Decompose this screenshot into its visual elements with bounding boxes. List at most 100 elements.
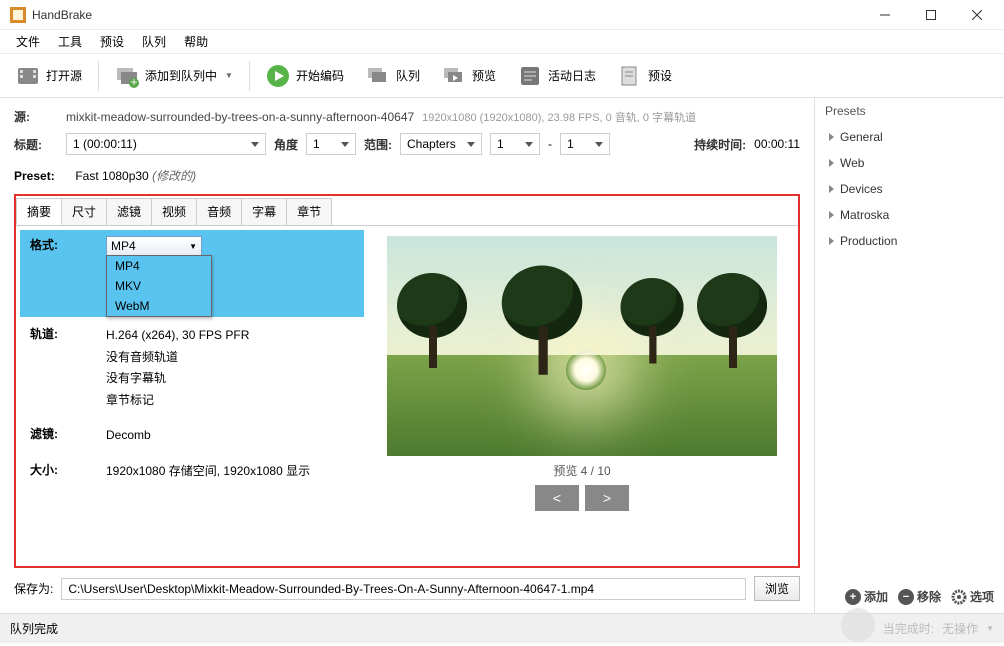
- presets-button[interactable]: 预设: [610, 60, 680, 92]
- preset-group-matroska[interactable]: Matroska: [825, 202, 994, 228]
- tab-filters[interactable]: 滤镜: [106, 198, 152, 225]
- queue-icon: [366, 64, 390, 88]
- close-button[interactable]: [954, 0, 1000, 30]
- maximize-button[interactable]: [908, 0, 954, 30]
- source-info: 1920x1080 (1920x1080), 23.98 FPS, 0 音轨, …: [422, 109, 696, 125]
- chevron-down-icon: ▼: [189, 242, 197, 251]
- preset-options-button[interactable]: 选项: [951, 588, 994, 605]
- menu-tools[interactable]: 工具: [50, 31, 90, 52]
- film-icon: [16, 64, 40, 88]
- format-dropdown-open: MP4 MKV WebM: [106, 255, 212, 317]
- gear-icon: [951, 589, 967, 605]
- range-to-select[interactable]: 1: [560, 133, 610, 155]
- tab-chapters[interactable]: 章节: [286, 198, 332, 225]
- range-from-select[interactable]: 1: [490, 133, 540, 155]
- activity-label: 活动日志: [548, 67, 596, 84]
- preset-remove-button[interactable]: −移除: [898, 588, 941, 605]
- menu-help[interactable]: 帮助: [176, 31, 216, 52]
- preview-pane: 预览 4 / 10 < >: [380, 236, 784, 556]
- when-done-label: 当完成时:: [883, 620, 934, 637]
- queue-button[interactable]: 队列: [358, 60, 428, 92]
- app-logo-icon: [10, 7, 26, 23]
- preview-prev-button[interactable]: <: [535, 485, 579, 511]
- log-icon: [518, 64, 542, 88]
- save-path-input[interactable]: [61, 578, 746, 600]
- presets-panel: Presets General Web Devices Matroska Pro…: [814, 98, 1004, 613]
- format-select[interactable]: MP4 ▼: [106, 236, 202, 256]
- preset-modified: (修改的): [152, 169, 196, 183]
- preset-group-devices[interactable]: Devices: [825, 176, 994, 202]
- format-highlight: 格式: MP4 ▼ MP4 MKV WebM: [20, 230, 364, 317]
- title-bar: HandBrake: [0, 0, 1004, 30]
- tab-video[interactable]: 视频: [151, 198, 197, 225]
- add-queue-label: 添加到队列中: [145, 67, 217, 84]
- source-label: 源:: [14, 108, 58, 125]
- minus-icon: −: [898, 589, 914, 605]
- duration-label: 持续时间:: [694, 136, 746, 153]
- preview-icon: [442, 64, 466, 88]
- triangle-icon: [829, 211, 834, 219]
- size-value: 1920x1080 存储空间, 1920x1080 显示: [106, 461, 360, 483]
- when-done-value: 无操作: [942, 620, 978, 637]
- svg-text:+: +: [131, 75, 138, 88]
- size-label: 大小:: [30, 461, 106, 483]
- triangle-icon: [829, 185, 834, 193]
- tab-strip: 摘要 尺寸 滤镜 视频 音频 字幕 章节: [16, 196, 798, 226]
- tab-subtitles[interactable]: 字幕: [241, 198, 287, 225]
- open-source-button[interactable]: 打开源: [8, 60, 90, 92]
- source-name: mixkit-meadow-surrounded-by-trees-on-a-s…: [66, 110, 414, 124]
- angle-label: 角度: [274, 136, 298, 153]
- add-queue-icon: +: [115, 64, 139, 88]
- preview-tb-label: 预览: [472, 67, 496, 84]
- title-select[interactable]: 1 (00:00:11): [66, 133, 266, 155]
- title-label: 标题:: [14, 136, 58, 153]
- play-icon: [266, 64, 290, 88]
- minimize-button[interactable]: [862, 0, 908, 30]
- format-option-webm[interactable]: WebM: [107, 296, 211, 316]
- tab-audio[interactable]: 音频: [196, 198, 242, 225]
- preset-group-general[interactable]: General: [825, 124, 994, 150]
- tab-summary[interactable]: 摘要: [16, 198, 62, 225]
- presets-tb-label: 预设: [648, 67, 672, 84]
- save-row: 保存为: 浏览: [14, 576, 800, 605]
- preview-next-button[interactable]: >: [585, 485, 629, 511]
- menu-presets[interactable]: 预设: [92, 31, 132, 52]
- triangle-icon: [829, 133, 834, 141]
- preview-button[interactable]: 预览: [434, 60, 504, 92]
- format-option-mkv[interactable]: MKV: [107, 276, 211, 296]
- start-encode-button[interactable]: 开始编码: [258, 60, 352, 92]
- filters-label: 滤镜:: [30, 425, 106, 447]
- range-type-select[interactable]: Chapters: [400, 133, 482, 155]
- activity-log-button[interactable]: 活动日志: [510, 60, 604, 92]
- open-source-label: 打开源: [46, 67, 82, 84]
- preset-add-button[interactable]: +添加: [845, 588, 888, 605]
- toolbar: 打开源 + 添加到队列中▼ 开始编码 队列 预览 活动日志 预设: [0, 54, 1004, 98]
- triangle-icon: [829, 159, 834, 167]
- preview-counter: 预览 4 / 10: [553, 462, 610, 479]
- tab-dimensions[interactable]: 尺寸: [61, 198, 107, 225]
- tracks-chapters: 章节标记: [106, 390, 360, 412]
- preset-group-web[interactable]: Web: [825, 150, 994, 176]
- add-to-queue-button[interactable]: + 添加到队列中▼: [107, 60, 241, 92]
- plus-icon: +: [845, 589, 861, 605]
- format-option-mp4[interactable]: MP4: [107, 256, 211, 276]
- tracks-video: H.264 (x264), 30 FPS PFR: [106, 325, 360, 347]
- browse-button[interactable]: 浏览: [754, 576, 800, 601]
- format-label: 格式:: [30, 236, 106, 317]
- chevron-down-icon[interactable]: ▼: [986, 624, 994, 633]
- range-label: 范围:: [364, 136, 392, 153]
- menu-queue[interactable]: 队列: [134, 31, 174, 52]
- status-bar: 队列完成 当完成时: 无操作 ▼: [0, 613, 1004, 643]
- queue-label: 队列: [396, 67, 420, 84]
- preset-row: Preset: Fast 1080p30 (修改的): [14, 167, 800, 184]
- save-label: 保存为:: [14, 580, 53, 597]
- menu-file[interactable]: 文件: [8, 31, 48, 52]
- start-label: 开始编码: [296, 67, 344, 84]
- menu-bar: 文件 工具 预设 队列 帮助: [0, 30, 1004, 54]
- source-row: 源: mixkit-meadow-surrounded-by-trees-on-…: [14, 108, 800, 125]
- preset-group-production[interactable]: Production: [825, 228, 994, 254]
- window-title: HandBrake: [32, 8, 862, 22]
- presets-header: Presets: [825, 104, 994, 118]
- angle-select[interactable]: 1: [306, 133, 356, 155]
- filters-value: Decomb: [106, 425, 360, 447]
